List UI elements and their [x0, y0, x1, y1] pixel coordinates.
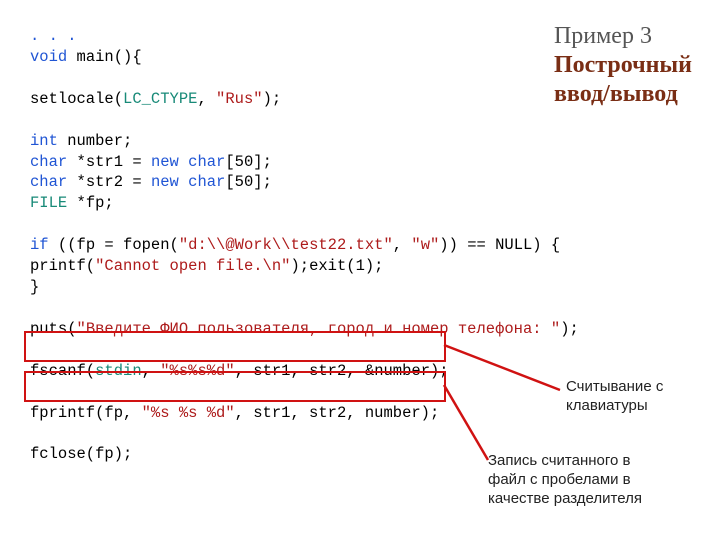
code-token: ,: [197, 90, 216, 108]
code-token: int: [30, 132, 58, 150]
code-token: );exit(1);: [290, 257, 383, 275]
code-token: "%s %s %d": [142, 404, 235, 422]
callout-text: клавиатуры: [566, 397, 716, 416]
code-token: ((fp = fopen(: [49, 236, 179, 254]
code-token: if: [30, 236, 49, 254]
callout-text: файл с пробелами в: [488, 471, 698, 490]
code-token: void: [30, 48, 67, 66]
code-token: "w": [411, 236, 439, 254]
code-token: )) == NULL) {: [439, 236, 560, 254]
code-token: fprintf(fp,: [30, 404, 142, 422]
code-token: , str1, str2, number);: [235, 404, 440, 422]
callout-text: Запись считанного в: [488, 452, 698, 471]
code-token: char: [188, 173, 225, 191]
code-token: LC_CTYPE: [123, 90, 197, 108]
code-token: );: [560, 320, 579, 338]
highlight-box-fprintf: [24, 371, 446, 402]
code-token: setlocale(: [30, 90, 123, 108]
code-token: *fp;: [67, 194, 114, 212]
code-token: "d:\\@Work\\test22.txt": [179, 236, 393, 254]
code-token: main(){: [67, 48, 141, 66]
code-token: "Rus": [216, 90, 263, 108]
code-token: char: [30, 153, 67, 171]
code-token: char: [30, 173, 67, 191]
highlight-box-fscanf: [24, 331, 446, 362]
code-token: printf(: [30, 257, 95, 275]
code-token: [50];: [225, 153, 272, 171]
code-token: fclose(fp);: [30, 445, 132, 463]
code-token: new: [151, 173, 179, 191]
code-token: number;: [58, 132, 132, 150]
callout-read-keyboard: Считывание с клавиатуры: [566, 378, 716, 416]
code-token: }: [30, 278, 39, 296]
code-token: new: [151, 153, 179, 171]
code-token: *str2 =: [67, 173, 151, 191]
callout-text: Считывание с: [566, 378, 716, 397]
code-token: "Cannot open file.\n": [95, 257, 290, 275]
code-token: char: [188, 153, 225, 171]
code-token: [179, 173, 188, 191]
code-token: *str1 =: [67, 153, 151, 171]
callout-write-file: Запись считанного в файл с пробелами в к…: [488, 452, 698, 508]
code-token: FILE: [30, 194, 67, 212]
code-token: [50];: [225, 173, 272, 191]
code-token: );: [263, 90, 282, 108]
code-token: ,: [393, 236, 412, 254]
callout-text: качестве разделителя: [488, 490, 698, 509]
code-token: [179, 153, 188, 171]
code-token: . . .: [30, 27, 77, 45]
